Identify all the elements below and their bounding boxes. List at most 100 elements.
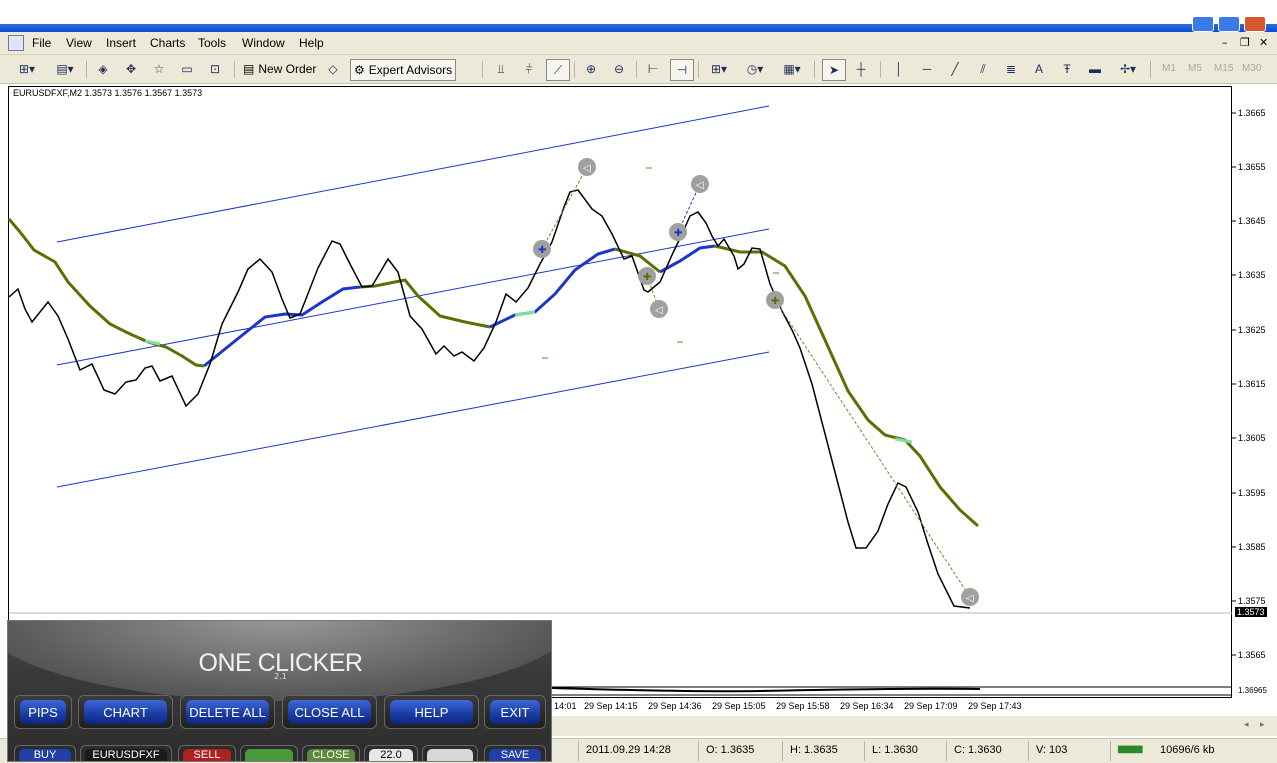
terminal-icon[interactable]: ▭ bbox=[176, 59, 198, 79]
moving-average-line-4 bbox=[714, 244, 979, 528]
panel-version: 2.1 bbox=[274, 672, 287, 681]
status-low: L: 1.3630 bbox=[872, 744, 918, 756]
close-button[interactable]: CLOSE bbox=[302, 745, 360, 761]
minimize-chart-icon[interactable]: – bbox=[1222, 36, 1228, 49]
order-marker-icon: ◁ bbox=[578, 158, 596, 176]
zoom-out-icon[interactable]: ⊖ bbox=[608, 59, 630, 79]
help-button[interactable]: HELP bbox=[384, 695, 479, 729]
timeframe-m30[interactable]: M30 bbox=[1242, 63, 1261, 74]
price-axis-label: 1.3595 bbox=[1238, 488, 1266, 498]
symbol-field[interactable]: EURUSDFXF bbox=[80, 745, 172, 761]
line-chart-icon[interactable]: ⟋ bbox=[546, 59, 570, 81]
cursor-icon[interactable]: ➤ bbox=[822, 59, 846, 81]
svg-text:✚: ✚ bbox=[643, 272, 651, 283]
order-marker-icon: ✚ bbox=[766, 291, 784, 309]
price-axis-label: 1.3645 bbox=[1238, 216, 1266, 226]
price-line bbox=[8, 189, 971, 609]
order-marker-icon: ◁ bbox=[650, 300, 668, 318]
svg-text:◁: ◁ bbox=[966, 593, 974, 604]
channel-lower-line bbox=[56, 351, 770, 488]
menu-view[interactable]: View bbox=[66, 36, 92, 50]
new-chart-icon[interactable]: ⊞▾ bbox=[12, 59, 42, 79]
time-axis-label: 29 Sep 16:34 bbox=[840, 701, 894, 711]
pips-button[interactable]: PIPS bbox=[14, 695, 72, 729]
menu-help[interactable]: Help bbox=[299, 36, 324, 50]
status-close: C: 1.3630 bbox=[954, 744, 1002, 756]
arrows-icon[interactable]: ✢▾ bbox=[1112, 59, 1144, 79]
periods-icon[interactable]: ◷▾ bbox=[740, 59, 770, 79]
menu-window[interactable]: Window bbox=[242, 36, 285, 50]
menu-file[interactable]: File bbox=[32, 36, 51, 50]
time-axis-label: 29 Sep 14:15 bbox=[584, 701, 638, 711]
svg-text:◁: ◁ bbox=[655, 305, 663, 316]
menu-tools[interactable]: Tools bbox=[198, 36, 226, 50]
expert-advisors-label: Expert Advisors bbox=[368, 63, 453, 77]
close-window-button[interactable] bbox=[1244, 16, 1266, 32]
menu-insert[interactable]: Insert bbox=[106, 36, 136, 50]
trendline-icon[interactable]: ╱ bbox=[944, 59, 966, 79]
chart-shift-icon[interactable]: ⊢ bbox=[642, 59, 664, 79]
time-axis-label: 29 Sep 17:43 bbox=[968, 701, 1022, 711]
exit-button[interactable]: EXIT bbox=[484, 695, 546, 729]
ma-flat-segment bbox=[514, 310, 536, 317]
auto-scroll-icon[interactable]: ⊣ bbox=[670, 59, 694, 81]
channel-middle-line bbox=[56, 228, 770, 366]
restore-chart-icon[interactable]: ❐ bbox=[1240, 36, 1250, 49]
sell-button[interactable]: SELL bbox=[178, 745, 236, 761]
minimize-window-button[interactable] bbox=[1192, 16, 1214, 32]
new-order-button[interactable]: ▤ New Order bbox=[240, 59, 319, 79]
candlestick-icon[interactable]: ⫩ bbox=[518, 59, 540, 79]
one-clicker-panel: ONE CLICKER 2.1 PIPS CHART DELETE ALL CL… bbox=[7, 620, 552, 762]
fibonacci-icon[interactable]: ≣ bbox=[1000, 59, 1022, 79]
zoom-in-icon[interactable]: ⊕ bbox=[580, 59, 602, 79]
timeframe-m15[interactable]: M15 bbox=[1214, 63, 1233, 74]
lot-size-field[interactable]: 22.0 bbox=[364, 745, 418, 761]
scroll-left-icon[interactable]: ◂ bbox=[1244, 720, 1249, 730]
expert-advisors-button[interactable]: ⚙ Expert Advisors bbox=[350, 59, 457, 81]
moving-average-up-segment-2 bbox=[489, 247, 616, 329]
templates-icon[interactable]: ▦▾ bbox=[776, 59, 808, 79]
chart-window-icon[interactable] bbox=[8, 35, 24, 51]
vertical-line-icon[interactable]: │ bbox=[888, 59, 910, 79]
order-marker-icon: ✚ bbox=[669, 223, 687, 241]
horizontal-line-icon[interactable]: ─ bbox=[916, 59, 938, 79]
rectangle-icon[interactable]: ▬ bbox=[1084, 59, 1106, 79]
crosshair-icon[interactable]: ┼ bbox=[850, 59, 872, 79]
market-watch-icon[interactable]: ◈ bbox=[92, 59, 114, 79]
time-axis-label: 29 Sep 15:05 bbox=[712, 701, 766, 711]
maximize-window-button[interactable] bbox=[1218, 16, 1240, 32]
time-axis-label: 29 Sep 15:58 bbox=[776, 701, 830, 711]
moving-average-line bbox=[7, 218, 205, 368]
bar-chart-icon[interactable]: ⫫ bbox=[490, 59, 512, 79]
order-marker-icon: ◁ bbox=[691, 175, 709, 193]
menu-charts[interactable]: Charts bbox=[150, 36, 185, 50]
save-button[interactable]: SAVE bbox=[484, 745, 546, 761]
metaeditor-icon[interactable]: ◇ bbox=[322, 59, 344, 79]
price-axis-label: 1.3615 bbox=[1238, 379, 1266, 389]
status-high: H: 1.3635 bbox=[790, 744, 838, 756]
settings-field[interactable] bbox=[422, 745, 478, 761]
indicators-icon[interactable]: ⊞▾ bbox=[704, 59, 734, 79]
strategy-tester-icon[interactable]: ⊡ bbox=[204, 59, 226, 79]
favorites-icon[interactable]: ☆ bbox=[148, 59, 170, 79]
time-axis-label: 29 Sep 14:36 bbox=[648, 701, 702, 711]
timeframe-m1[interactable]: M1 bbox=[1162, 63, 1176, 74]
text-label-icon[interactable]: Ŧ bbox=[1056, 59, 1078, 79]
close-all-button[interactable]: CLOSE ALL bbox=[282, 695, 377, 729]
price-axis-label: 1.3625 bbox=[1238, 325, 1266, 335]
text-icon[interactable]: A bbox=[1028, 59, 1050, 79]
new-order-icon: ▤ bbox=[243, 62, 255, 76]
buy-button[interactable]: BUY bbox=[14, 745, 76, 761]
chart-tabs-scroll: ◂ ▸ bbox=[552, 716, 1277, 736]
equidistant-channel-icon[interactable]: ⫽ bbox=[972, 59, 994, 79]
navigator-icon[interactable]: ✥ bbox=[120, 59, 142, 79]
chart-button[interactable]: CHART bbox=[78, 695, 173, 729]
ma-flat-segment bbox=[144, 339, 161, 346]
delete-all-button[interactable]: DELETE ALL bbox=[180, 695, 275, 729]
timeframe-m5[interactable]: M5 bbox=[1188, 63, 1202, 74]
scroll-right-icon[interactable]: ▸ bbox=[1260, 720, 1265, 730]
close-chart-icon[interactable]: ✕ bbox=[1259, 36, 1268, 49]
profiles-icon[interactable]: ▤▾ bbox=[50, 59, 80, 79]
trade-line bbox=[774, 299, 971, 598]
lot-indicator[interactable] bbox=[240, 745, 298, 761]
